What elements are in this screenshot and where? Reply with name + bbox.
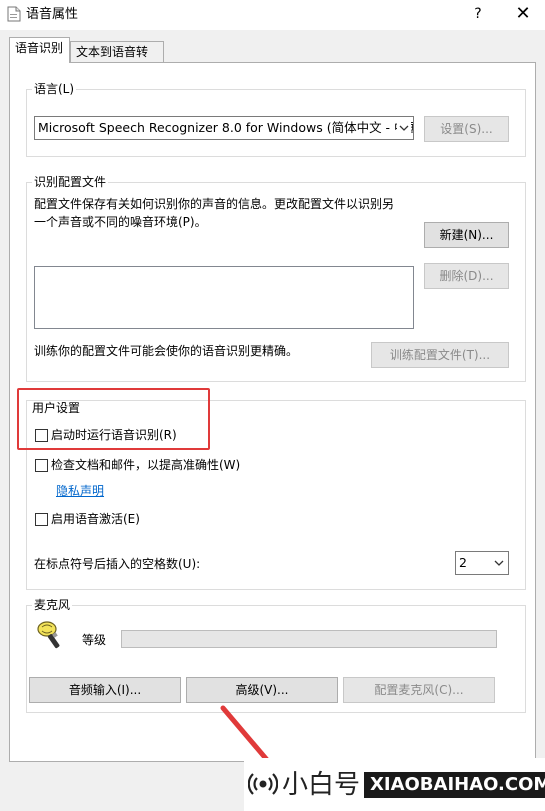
footer-brand: 小白号	[282, 770, 361, 800]
language-group-label: 语言(L)	[32, 82, 77, 96]
review-documents-label: 检查文档和邮件，以提高准确性(W)	[51, 458, 241, 472]
voice-activation-label: 启用语音激活(E)	[51, 512, 140, 526]
profile-list[interactable]	[34, 266, 414, 329]
window-title: 语音属性	[26, 7, 79, 22]
privacy-statement-link[interactable]: 隐私声明	[56, 483, 104, 499]
spaces-select-value: 2	[459, 555, 467, 570]
profile-description-line1: 配置文件保存有关如何识别你的声音的信息。更改配置文件以识别另	[34, 197, 395, 211]
review-documents-checkbox[interactable]	[35, 459, 48, 472]
train-description: 训练你的配置文件可能会使你的语音识别更精确。	[34, 344, 299, 358]
speech-properties-icon	[7, 6, 21, 22]
footer-domain: XIAOBAIHAO.COM	[364, 772, 545, 798]
level-label: 等级	[82, 633, 107, 647]
delete-profile-button[interactable]: 删除(D)...	[424, 263, 509, 289]
chevron-down-icon	[397, 117, 411, 139]
audio-input-button[interactable]: 音频输入(I)...	[29, 677, 181, 703]
profile-group-label: 识别配置文件	[32, 175, 109, 189]
profile-description-line2: 一个声音或不同的噪音环境(P)。	[34, 215, 207, 229]
microphone-icon	[34, 618, 68, 652]
broadcast-icon	[247, 769, 279, 799]
voice-activation-checkbox[interactable]	[35, 513, 48, 526]
language-select-value: Microsoft Speech Recognizer 8.0 for Wind…	[38, 120, 414, 135]
footer-watermark: 小白号 XIAOBAIHAO.COM	[244, 758, 545, 811]
microphone-level-bar	[121, 630, 497, 648]
configure-microphone-button[interactable]: 配置麦克风(C)...	[343, 677, 495, 703]
language-settings-button[interactable]: 设置(S)...	[424, 116, 509, 142]
title-bar: 语音属性 ? ✕	[0, 0, 545, 30]
tab-speech-recognition[interactable]: 语音识别	[9, 37, 70, 63]
spaces-select[interactable]: 2	[455, 551, 509, 575]
microphone-group-label: 麦克风	[32, 598, 73, 612]
language-select[interactable]: Microsoft Speech Recognizer 8.0 for Wind…	[34, 116, 414, 140]
new-profile-button[interactable]: 新建(N)...	[424, 222, 509, 248]
tab-text-to-speech[interactable]: 文本到语音转换	[70, 41, 164, 79]
spaces-after-punctuation-label: 在标点符号后插入的空格数(U):	[34, 557, 201, 571]
close-icon[interactable]: ✕	[512, 3, 534, 25]
highlight-box	[17, 388, 210, 450]
help-icon[interactable]: ?	[470, 4, 486, 24]
train-profile-button[interactable]: 训练配置文件(T)...	[371, 342, 509, 368]
chevron-down-icon	[492, 552, 506, 574]
